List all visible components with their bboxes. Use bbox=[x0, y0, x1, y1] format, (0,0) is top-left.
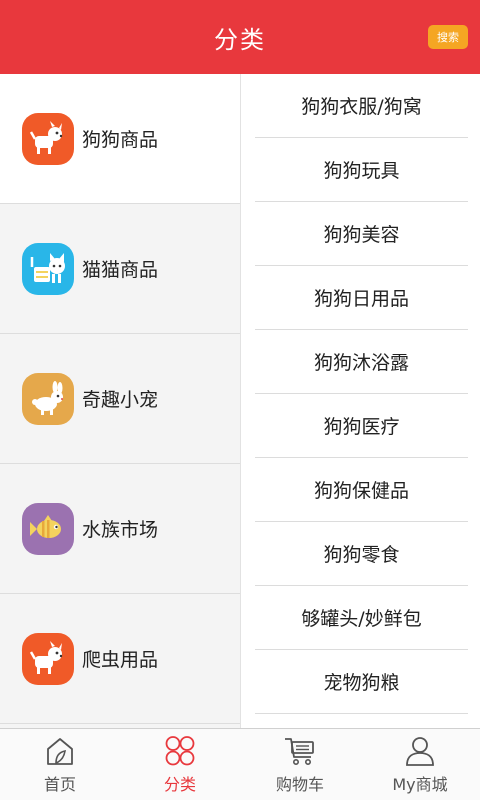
search-button[interactable]: 搜索 bbox=[428, 25, 468, 49]
tab-label: 购物车 bbox=[275, 774, 324, 794]
category-list: 狗狗商品 猫猫商品 奇趣小宠 水族市场 爬虫用品 bbox=[0, 74, 241, 728]
dog-icon bbox=[22, 632, 74, 685]
category-icon bbox=[165, 735, 195, 765]
header-bar: 分类 搜索 bbox=[0, 0, 480, 74]
subcategory-item[interactable]: 狗狗衣服/狗窝 bbox=[255, 74, 468, 138]
subcategory-item[interactable]: 宠物狗粮 bbox=[255, 650, 468, 714]
bottom-tab-bar: 首页 分类 购物车 My商城 bbox=[0, 728, 480, 800]
subcategory-item[interactable]: 狗狗玩具 bbox=[255, 138, 468, 202]
tab-home[interactable]: 首页 bbox=[0, 729, 120, 800]
subcategory-item[interactable]: 狗狗日用品 bbox=[255, 266, 468, 330]
dog-icon bbox=[22, 112, 74, 165]
category-item-reptile[interactable]: 爬虫用品 bbox=[0, 594, 240, 724]
cat-icon bbox=[22, 242, 74, 295]
subcategory-item[interactable]: 狗狗保健品 bbox=[255, 458, 468, 522]
tab-category[interactable]: 分类 bbox=[120, 729, 240, 800]
home-icon bbox=[47, 737, 73, 765]
category-item-dog[interactable]: 狗狗商品 bbox=[0, 74, 240, 204]
page-title: 分类 bbox=[214, 25, 266, 54]
fish-icon bbox=[22, 502, 74, 555]
subcategory-item[interactable]: 狗狗零食 bbox=[255, 522, 468, 586]
tab-label: My商城 bbox=[392, 774, 448, 794]
tab-my-mall[interactable]: My商城 bbox=[360, 729, 480, 800]
subcategory-item[interactable]: 狗狗美容 bbox=[255, 202, 468, 266]
category-label: 水族市场 bbox=[82, 519, 159, 541]
category-item-aquarium[interactable]: 水族市场 bbox=[0, 464, 240, 594]
subcategory-item[interactable]: 狗狗沐浴露 bbox=[255, 330, 468, 394]
category-label: 狗狗商品 bbox=[82, 129, 159, 151]
category-item-small-pets[interactable]: 奇趣小宠 bbox=[0, 334, 240, 464]
tab-label: 分类 bbox=[163, 774, 196, 794]
category-label: 猫猫商品 bbox=[82, 259, 159, 281]
subcategory-list: 狗狗衣服/狗窝 狗狗玩具 狗狗美容 狗狗日用品 狗狗沐浴露 狗狗医疗 狗狗保健品… bbox=[241, 74, 480, 728]
category-item-cat[interactable]: 猫猫商品 bbox=[0, 204, 240, 334]
tab-label: 首页 bbox=[43, 774, 76, 794]
subcategory-item[interactable]: 够罐头/妙鲜包 bbox=[255, 586, 468, 650]
subcategory-item[interactable]: 狗狗医疗 bbox=[255, 394, 468, 458]
tab-cart[interactable]: 购物车 bbox=[240, 729, 360, 800]
category-label: 奇趣小宠 bbox=[82, 389, 159, 411]
category-label: 爬虫用品 bbox=[82, 649, 159, 671]
cart-icon bbox=[285, 737, 314, 765]
rabbit-icon bbox=[22, 372, 74, 425]
user-icon bbox=[406, 736, 434, 766]
